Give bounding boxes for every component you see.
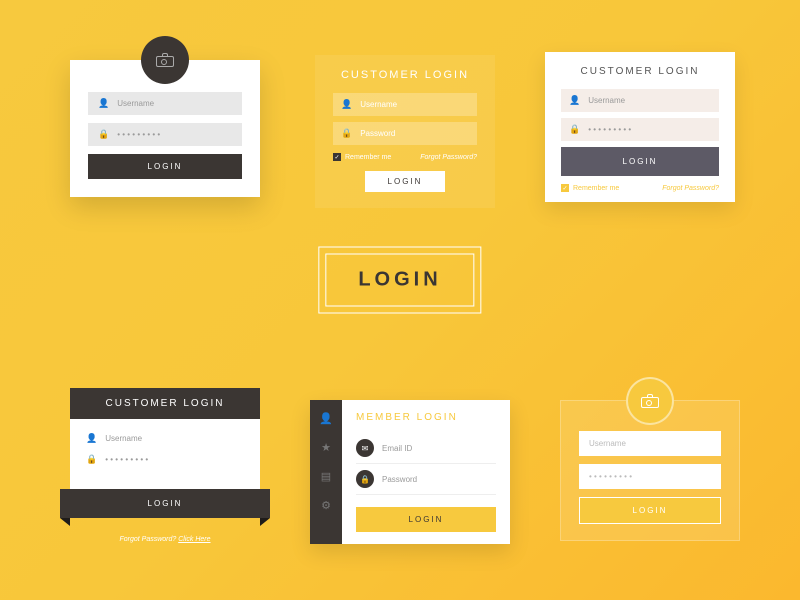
remember-checkbox[interactable]: ✓Remember me bbox=[561, 184, 619, 192]
camera-icon bbox=[156, 53, 174, 67]
username-input[interactable]: 👤 Username bbox=[561, 89, 719, 112]
card-title: CUSTOMER LOGIN bbox=[561, 66, 719, 77]
password-value: • • • • • • • • • bbox=[105, 455, 148, 464]
password-input[interactable]: 🔒 Password bbox=[356, 464, 496, 495]
options-row: ✓Remember me Forgot Password? bbox=[561, 184, 719, 192]
card-title: CUSTOMER LOGIN bbox=[70, 388, 260, 419]
login-button[interactable]: LOGIN bbox=[60, 489, 270, 518]
camera-icon bbox=[641, 394, 659, 408]
login-button[interactable]: LOGIN bbox=[356, 507, 496, 532]
page-title: LOGIN bbox=[358, 269, 441, 291]
username-input[interactable]: Username bbox=[579, 431, 721, 456]
password-value: • • • • • • • • • bbox=[117, 130, 160, 139]
username-input[interactable]: 👤 Username bbox=[333, 93, 477, 116]
user-icon[interactable]: 👤 bbox=[319, 412, 333, 425]
password-input[interactable]: 🔒 • • • • • • • • • bbox=[561, 118, 719, 141]
placeholder-text: Username bbox=[117, 99, 154, 108]
user-icon: 👤 bbox=[98, 98, 109, 109]
checkmark-icon: ✓ bbox=[333, 153, 341, 161]
forgot-password-link[interactable]: Forgot Password? bbox=[420, 154, 477, 161]
placeholder-text: Username bbox=[588, 96, 625, 105]
login-card-4: CUSTOMER LOGIN 👤 Username 🔒 • • • • • • • … bbox=[70, 388, 260, 543]
lock-icon: 🔒 bbox=[356, 470, 374, 488]
options-row: ✓Remember me Forgot Password? bbox=[333, 153, 477, 161]
remember-checkbox[interactable]: ✓Remember me bbox=[333, 153, 391, 161]
login-button[interactable]: LOGIN bbox=[561, 147, 719, 176]
checkmark-icon: ✓ bbox=[561, 184, 569, 192]
password-value: • • • • • • • • • bbox=[589, 472, 632, 481]
clipboard-icon[interactable]: ▤ bbox=[321, 470, 331, 483]
gear-icon[interactable]: ⚙ bbox=[321, 499, 331, 512]
sidebar: 👤 ★ ▤ ⚙ bbox=[310, 400, 342, 544]
placeholder-text: Username bbox=[589, 439, 626, 448]
star-icon[interactable]: ★ bbox=[321, 441, 331, 454]
placeholder-text: Email ID bbox=[382, 444, 412, 453]
forgot-password-link[interactable]: Forgot Password? Click Here bbox=[70, 536, 260, 543]
lock-icon: 🔒 bbox=[98, 129, 109, 140]
password-input[interactable]: 🔒 • • • • • • • • • bbox=[88, 123, 242, 146]
forgot-password-link[interactable]: Forgot Password? bbox=[662, 185, 719, 192]
lock-icon: 🔒 bbox=[341, 128, 352, 139]
lock-icon: 🔒 bbox=[86, 454, 97, 465]
login-card-1: 👤 Username 🔒 • • • • • • • • • LOGIN bbox=[70, 60, 260, 197]
password-value: • • • • • • • • • bbox=[588, 125, 631, 134]
login-button[interactable]: LOGIN bbox=[88, 154, 242, 179]
password-input[interactable]: 🔒 Password bbox=[333, 122, 477, 145]
login-button[interactable]: LOGIN bbox=[579, 497, 721, 524]
placeholder-text: Password bbox=[360, 129, 395, 138]
login-card-5: 👤 ★ ▤ ⚙ MEMBER LOGIN ✉ Email ID 🔒 Password… bbox=[310, 400, 510, 544]
avatar-badge bbox=[626, 377, 674, 425]
user-icon: 👤 bbox=[86, 433, 97, 444]
card-title: MEMBER LOGIN bbox=[356, 412, 496, 423]
login-button[interactable]: LOGIN bbox=[365, 171, 445, 192]
placeholder-text: Username bbox=[105, 434, 142, 443]
mail-icon: ✉ bbox=[356, 439, 374, 457]
lock-icon: 🔒 bbox=[569, 124, 580, 135]
username-input[interactable]: 👤 Username bbox=[88, 92, 242, 115]
login-card-6: Username • • • • • • • • • LOGIN bbox=[560, 400, 740, 541]
user-icon: 👤 bbox=[569, 95, 580, 106]
user-icon: 👤 bbox=[341, 99, 352, 110]
placeholder-text: Password bbox=[382, 475, 417, 484]
login-card-2: CUSTOMER LOGIN 👤 Username 🔒 Password ✓Reme… bbox=[315, 55, 495, 208]
card-title: CUSTOMER LOGIN bbox=[333, 69, 477, 81]
username-input[interactable]: 👤 Username bbox=[86, 433, 244, 444]
login-card-3: CUSTOMER LOGIN 👤 Username 🔒 • • • • • • • … bbox=[545, 52, 735, 202]
email-input[interactable]: ✉ Email ID bbox=[356, 433, 496, 464]
password-input[interactable]: 🔒 • • • • • • • • • bbox=[86, 454, 244, 465]
placeholder-text: Username bbox=[360, 100, 397, 109]
avatar-badge bbox=[141, 36, 189, 84]
page-title-banner: LOGIN bbox=[318, 247, 481, 314]
password-input[interactable]: • • • • • • • • • bbox=[579, 464, 721, 489]
